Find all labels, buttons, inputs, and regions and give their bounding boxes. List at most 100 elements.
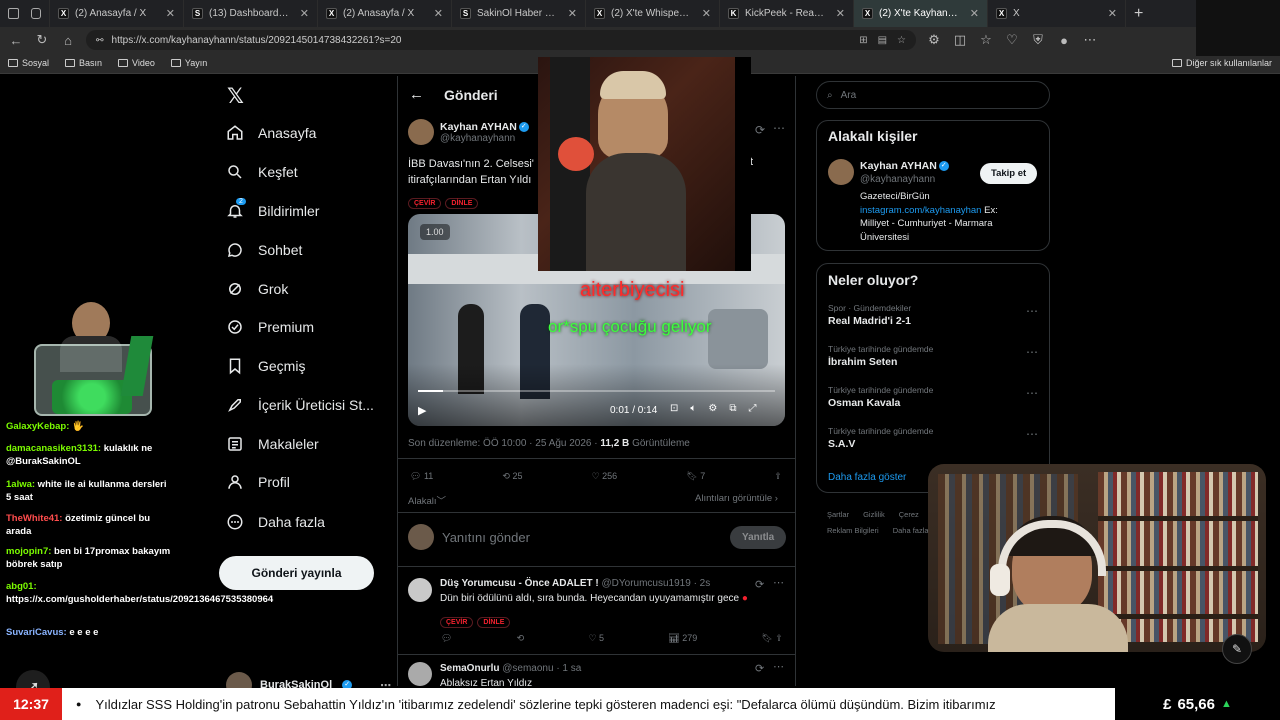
reply-more-icon[interactable]: ⋯ — [773, 576, 784, 589]
nav-item-person[interactable]: Profil — [226, 473, 290, 491]
collections-icon[interactable]: ♡ — [1004, 32, 1020, 48]
site-info-icon[interactable]: ⚯ — [96, 35, 104, 46]
tab-close-icon[interactable]: ✕ — [166, 7, 175, 20]
volume-icon[interactable]: 🔈︎ — [690, 403, 696, 414]
listen-pill[interactable]: DİNLE — [477, 617, 511, 628]
browser-tab[interactable]: SSakinOl Haber Merkezi✕ — [452, 0, 586, 27]
back-arrow-icon[interactable]: ← — [409, 86, 424, 103]
tab-close-icon[interactable]: ✕ — [970, 7, 979, 20]
tab-close-icon[interactable]: ✕ — [1108, 7, 1117, 20]
reply-grok-icon[interactable]: ⟳ — [755, 578, 764, 591]
reply-grok-icon[interactable]: ⟳ — [755, 662, 764, 675]
view-quotes-link[interactable]: Alıntıları görüntüle › — [695, 493, 778, 504]
settings-icon[interactable]: ⚙ — [708, 403, 717, 414]
reply-avatar-1[interactable] — [408, 578, 432, 607]
trend-name[interactable]: S.A.V — [828, 438, 855, 450]
bookmark-folder[interactable]: Sosyal — [8, 58, 49, 68]
nav-item-article[interactable]: Makaleler — [226, 435, 319, 453]
bookmark-folder[interactable]: Yayın — [170, 58, 207, 68]
bookmark-folder[interactable]: Basın — [65, 58, 102, 68]
video-play-icon[interactable]: ▶ — [418, 404, 426, 417]
bio-link[interactable]: instagram.com/kayhanayhan — [860, 205, 981, 216]
url-bar[interactable]: ⚯ https://x.com/kayhanayhann/status/2092… — [86, 30, 916, 50]
nav-item-grok[interactable]: Grok — [226, 280, 288, 298]
browser-essentials-icon[interactable]: ⛨ — [1030, 32, 1046, 48]
tab-close-icon[interactable]: ✕ — [836, 7, 845, 20]
home-browser-icon[interactable]: ⌂ — [60, 33, 76, 48]
nav-item-premium[interactable]: Premium — [226, 318, 314, 336]
follow-button[interactable]: Takip et — [980, 163, 1038, 184]
reload-icon[interactable]: ↻ — [34, 32, 50, 48]
trend-name[interactable]: İbrahim Seten — [828, 356, 897, 368]
browser-tab[interactable]: KKickPeek - Real-time URL C✕ — [720, 0, 854, 27]
tab-close-icon[interactable]: ✕ — [568, 7, 577, 20]
nav-item-home[interactable]: Anasayfa — [226, 124, 316, 142]
nav-item-rocket[interactable]: İçerik Üreticisi St... — [226, 396, 374, 414]
trend-more-icon[interactable]: ⋯ — [1026, 427, 1038, 441]
nav-item-more[interactable]: Daha fazla — [226, 513, 325, 531]
browser-tab[interactable]: S(13) Dashboard / Streamlabs✕ — [184, 0, 318, 27]
reply-button[interactable]: Yanıtla — [730, 525, 787, 549]
captions-icon[interactable]: ⊡ — [670, 403, 678, 414]
browser-tab[interactable]: X X ✕ — [988, 0, 1126, 27]
trend-more-icon[interactable]: ⋯ — [1026, 345, 1038, 359]
nav-item-bell[interactable]: 2 Bildirimler — [226, 198, 319, 220]
nav-item-search[interactable]: Keşfet — [226, 163, 298, 181]
grok-post-icon[interactable]: ⟳ — [755, 123, 765, 137]
post-author[interactable]: Kayhan AYHAN ✓ @kayhanayhann — [408, 119, 529, 145]
compose-icon[interactable]: ✎ — [1222, 634, 1252, 664]
tab-close-icon[interactable]: ✕ — [300, 7, 309, 20]
bookmark-folder[interactable]: Video — [118, 58, 155, 68]
like-action[interactable]: ♡ 256 — [592, 471, 618, 482]
x-logo-icon[interactable]: 𝕏 — [227, 84, 244, 109]
reply-avatar-2[interactable] — [408, 662, 432, 691]
favorites-icon[interactable]: ☆ — [978, 32, 994, 48]
reader-icon[interactable]: ▤ — [878, 35, 887, 46]
bookmark-action[interactable]: 🔖︎ 7 — [686, 471, 705, 482]
views-action[interactable]: 📊︎ 279 — [668, 633, 697, 644]
post-more-icon[interactable]: ⋯ — [773, 121, 785, 135]
new-tab-button[interactable]: + — [1126, 0, 1151, 27]
favorite-star-icon[interactable]: ☆ — [897, 35, 906, 46]
browser-tab[interactable]: X (2) Anasayfa / X ✕ — [318, 0, 452, 27]
profile-icon[interactable]: ● — [1056, 33, 1072, 48]
popout-icon[interactable]: ⧉ — [729, 403, 736, 414]
reply-action[interactable]: 💬︎ 11 — [410, 471, 433, 482]
video-speed-badge[interactable]: 1.00 — [420, 224, 450, 240]
author-avatar[interactable] — [408, 119, 434, 145]
trend-more-icon[interactable]: ⋯ — [1026, 386, 1038, 400]
like-action[interactable]: ♡ 5 — [588, 633, 604, 644]
trend-more-icon[interactable]: ⋯ — [1026, 304, 1038, 318]
tab-actions-icon[interactable] — [8, 8, 19, 19]
browser-tab[interactable]: X(2) X'te Kayhan AYHAN:✕ — [854, 0, 988, 27]
nav-item-bookmark[interactable]: Geçmiş — [226, 357, 305, 375]
post-button[interactable]: Gönderi yayınla — [219, 556, 374, 590]
trend-name[interactable]: Real Madrid'i 2-1 — [828, 315, 911, 327]
menu-icon[interactable]: ⋯ — [1082, 32, 1098, 48]
related-dropdown[interactable]: Alakalı﹀ — [408, 493, 446, 507]
show-more-link[interactable]: Daha fazla göster — [828, 472, 906, 483]
other-bookmarks-folder[interactable]: Diğer sık kullanılanlar — [1171, 58, 1272, 68]
search-input[interactable]: ⌕ Ara — [816, 81, 1050, 109]
related-person-avatar[interactable] — [828, 159, 854, 190]
fullscreen-icon[interactable]: ⤢ — [749, 403, 757, 414]
video-progress-track[interactable] — [418, 390, 775, 392]
share-icon[interactable]: ⇪ — [774, 471, 782, 482]
browser-tab[interactable]: X (2) Anasayfa / X ✕ — [50, 0, 184, 27]
back-icon[interactable]: ← — [8, 33, 24, 48]
browser-tab[interactable]: X(2) X'te Whisper: "Saldırının✕ — [586, 0, 720, 27]
repost-action[interactable]: ⟲ — [517, 633, 525, 644]
reply-input[interactable]: Yanıtını gönder — [442, 530, 712, 545]
app-icon[interactable]: ⊞ — [859, 35, 867, 46]
nav-item-chat[interactable]: Sohbet — [226, 241, 302, 259]
related-person-name[interactable]: Kayhan AYHAN ✓ — [860, 160, 949, 172]
workspaces-icon[interactable] — [30, 8, 41, 19]
trend-name[interactable]: Osman Kavala — [828, 397, 900, 409]
split-screen-icon[interactable]: ◫ — [952, 32, 968, 48]
tab-close-icon[interactable]: ✕ — [702, 7, 711, 20]
reply-more-icon[interactable]: ⋯ — [773, 660, 784, 673]
listen-pill[interactable]: DİNLE — [445, 198, 479, 209]
tab-close-icon[interactable]: ✕ — [434, 7, 443, 20]
reply-action[interactable]: 💬︎ — [441, 633, 452, 644]
bookmark-action[interactable]: 🔖︎ ⇪ — [761, 633, 782, 644]
